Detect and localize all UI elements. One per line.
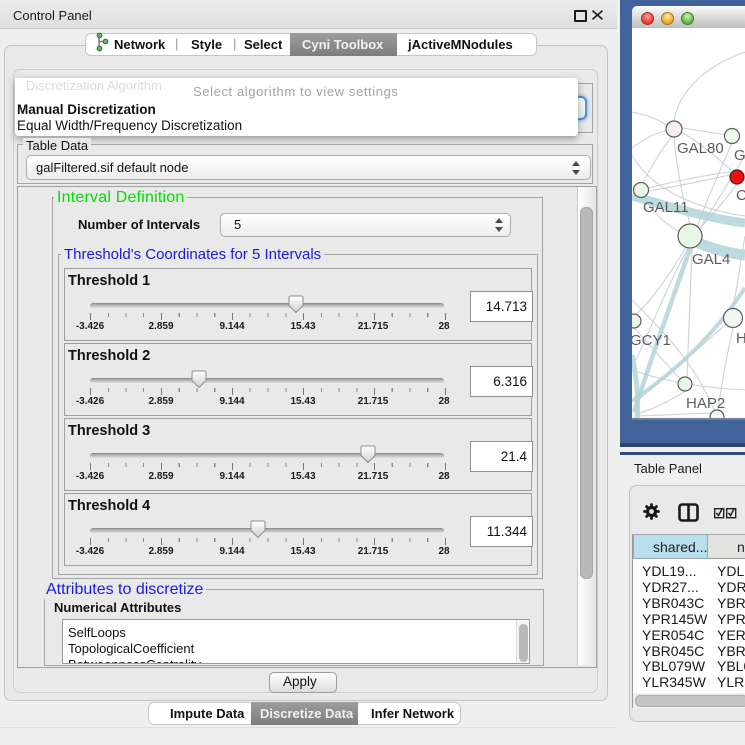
svg-text:GAL80: GAL80 [677, 140, 724, 157]
svg-text:C: C [736, 187, 745, 204]
svg-text:GA: GA [734, 147, 745, 164]
svg-text:GCY1: GCY1 [632, 332, 671, 349]
svg-text:GAL11: GAL11 [643, 199, 689, 216]
svg-text:H: H [736, 330, 745, 347]
svg-text:GAL4: GAL4 [692, 251, 730, 268]
svg-text:HAP2: HAP2 [686, 395, 725, 412]
